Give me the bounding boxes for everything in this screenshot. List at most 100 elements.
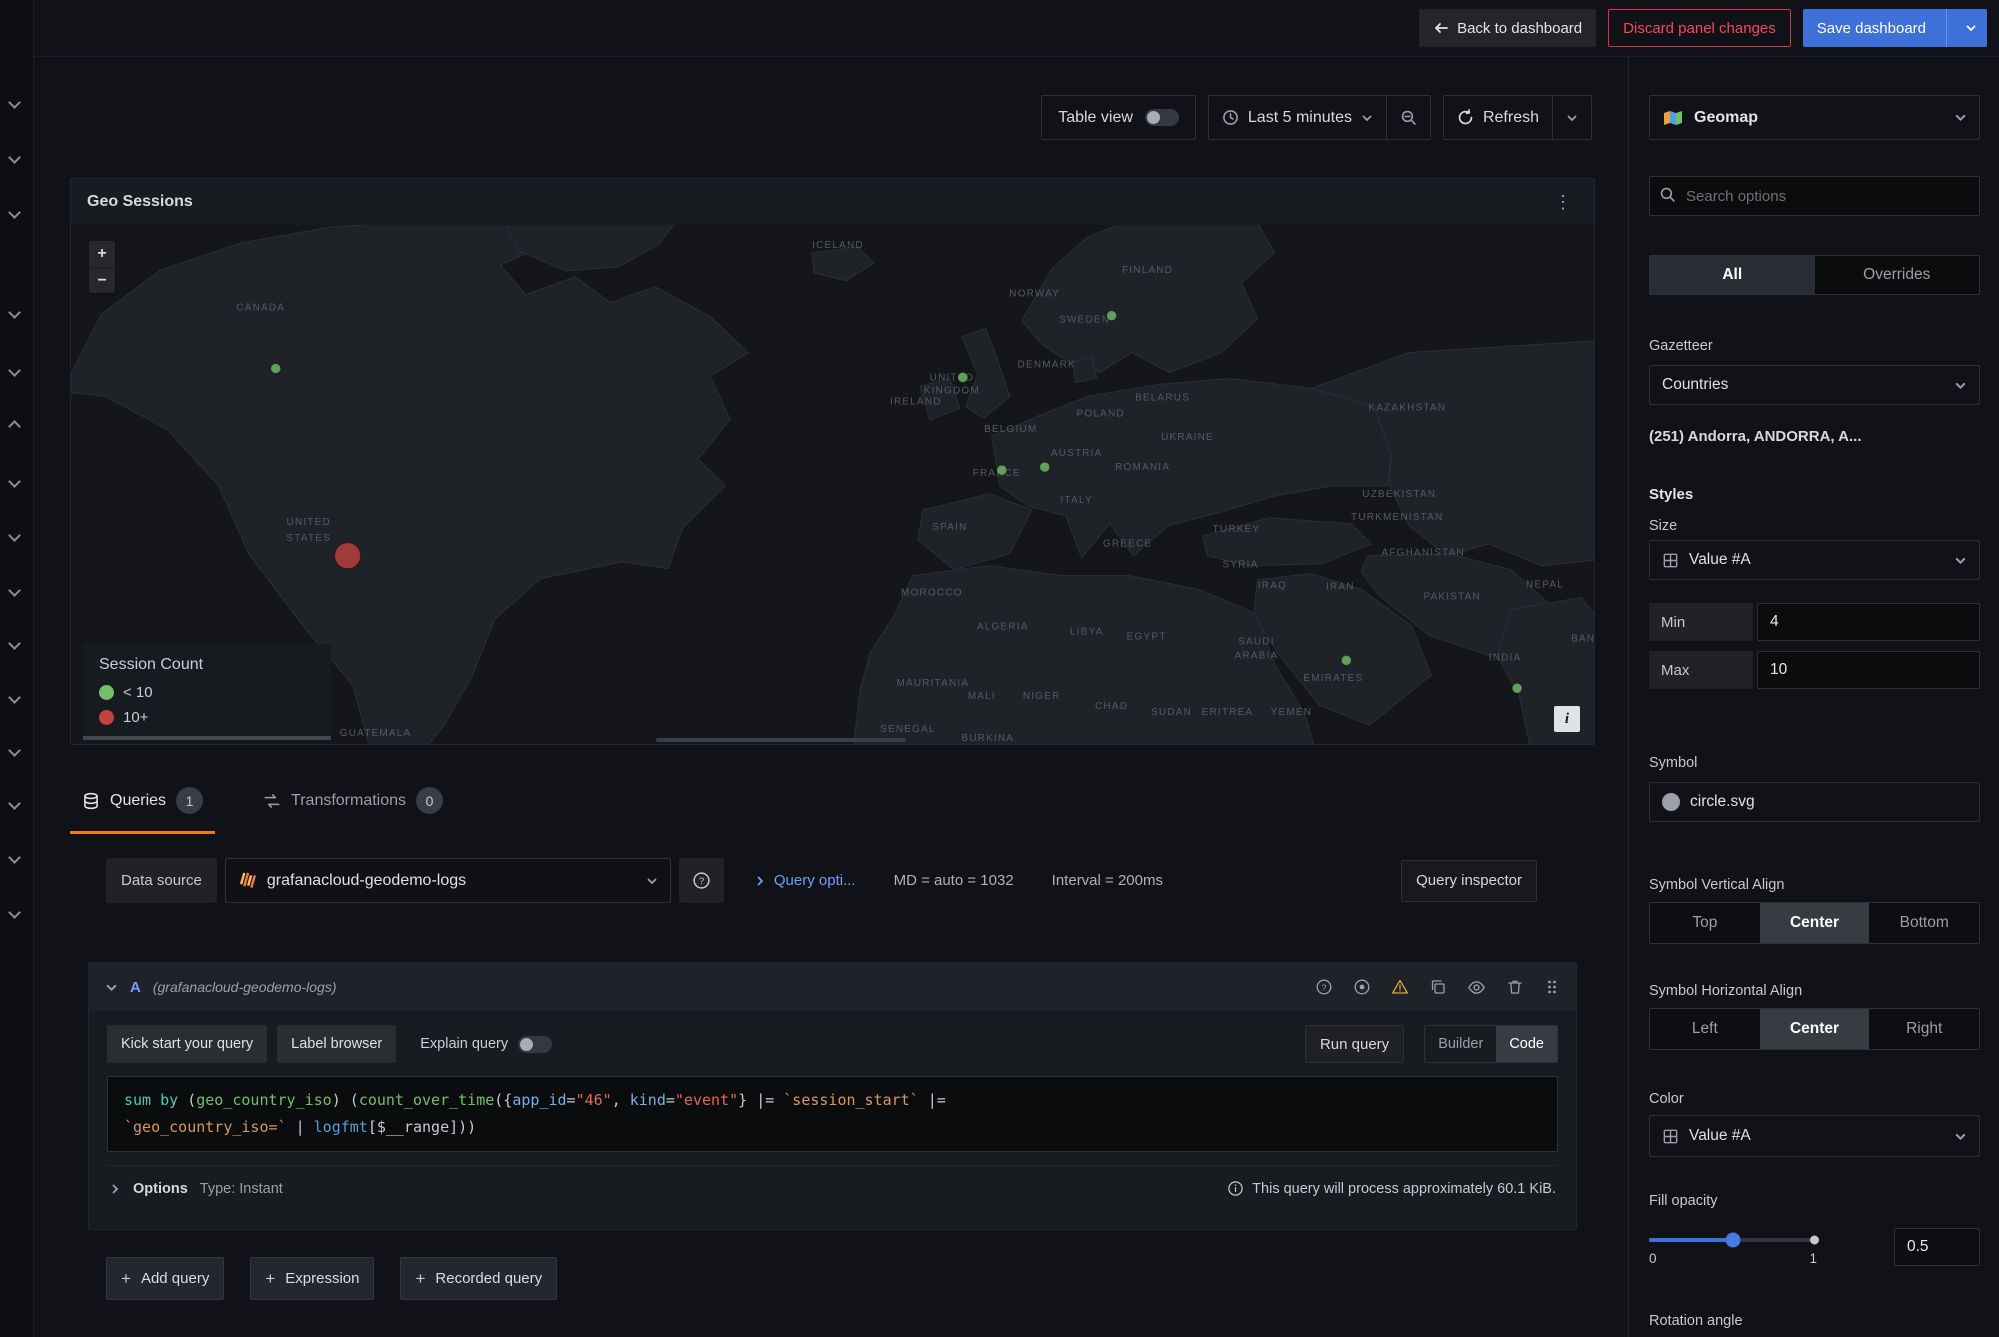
- fill-opacity-slider[interactable]: [1649, 1238, 1817, 1242]
- tab-transformations[interactable]: Transformations 0: [251, 771, 455, 834]
- sidebar-chevron-down-icon[interactable]: [8, 851, 21, 864]
- target-icon[interactable]: [1353, 978, 1371, 996]
- save-dashboard-button[interactable]: Save dashboard: [1803, 9, 1987, 47]
- help-circle-icon[interactable]: ?: [1315, 978, 1333, 996]
- explain-query-toggle[interactable]: [518, 1036, 552, 1053]
- symbol-horizontal-align-center[interactable]: Center: [1760, 1009, 1870, 1049]
- symbol-horizontal-align-right[interactable]: Right: [1869, 1009, 1979, 1049]
- zoom-in-button[interactable]: +: [89, 241, 115, 267]
- tab-queries[interactable]: Queries 1: [70, 771, 215, 834]
- zoom-out-button[interactable]: −: [89, 267, 115, 293]
- options-tab-overrides[interactable]: Overrides: [1815, 256, 1980, 294]
- discard-panel-changes-button[interactable]: Discard panel changes: [1608, 9, 1791, 47]
- sidebar-chevron-down-icon[interactable]: [8, 206, 21, 219]
- sidebar-chevron-down-icon[interactable]: [8, 364, 21, 377]
- map-attribution-info-icon[interactable]: i: [1554, 706, 1580, 732]
- time-range-zoom-out-button[interactable]: [1386, 96, 1430, 139]
- kick-start-query-button[interactable]: Kick start your query: [107, 1025, 267, 1063]
- panel-header[interactable]: Geo Sessions ⋮: [71, 179, 1594, 225]
- code-mode-button[interactable]: Code: [1496, 1026, 1557, 1062]
- builder-mode-button[interactable]: Builder: [1425, 1026, 1496, 1062]
- explain-query-control: Explain query: [420, 1036, 552, 1053]
- datasource-picker[interactable]: grafanacloud-geodemo-logs: [225, 858, 671, 903]
- size-label: Size: [1649, 518, 1980, 534]
- sidebar-chevron-down-icon[interactable]: [8, 637, 21, 650]
- sidebar-chevron-down-icon[interactable]: [8, 306, 21, 319]
- refresh-interval-button[interactable]: [1552, 96, 1591, 139]
- add-query-button[interactable]: + Add query: [106, 1257, 224, 1300]
- options-tab-all[interactable]: All: [1650, 256, 1815, 294]
- query-row-header[interactable]: A (grafanacloud-geodemo-logs) ?: [89, 963, 1576, 1011]
- chevron-down-icon: [1954, 554, 1967, 567]
- map-legend: Session Count < 1010+: [83, 644, 331, 740]
- eye-icon[interactable]: [1467, 978, 1486, 997]
- save-dashboard-menu-button[interactable]: [1955, 22, 1987, 34]
- warning-icon[interactable]: [1391, 978, 1409, 996]
- symbol-vertical-align-center[interactable]: Center: [1760, 903, 1870, 943]
- svg-text:ALGERIA: ALGERIA: [977, 621, 1029, 632]
- drag-handle-icon[interactable]: [1544, 978, 1560, 996]
- label-browser-button[interactable]: Label browser: [277, 1025, 396, 1063]
- chevron-down-icon[interactable]: [105, 981, 118, 994]
- symbol-vertical-align-top[interactable]: Top: [1650, 903, 1760, 943]
- time-range-picker[interactable]: Last 5 minutes: [1209, 96, 1386, 139]
- back-to-dashboard-button[interactable]: Back to dashboard: [1419, 9, 1596, 47]
- geomap-canvas[interactable]: CANADAUNITEDSTATESGUATEMALAICELANDNORWAY…: [71, 225, 1594, 744]
- geo-sessions-panel: Geo Sessions ⋮: [70, 178, 1595, 745]
- sidebar-chevron-down-icon[interactable]: [8, 797, 21, 810]
- symbol-select[interactable]: circle.svg: [1649, 782, 1980, 822]
- options-tab-group: All Overrides: [1649, 255, 1980, 295]
- table-view-toggle[interactable]: [1145, 109, 1179, 126]
- trash-icon[interactable]: [1506, 978, 1524, 996]
- color-field-select[interactable]: Value #A: [1649, 1115, 1980, 1157]
- visualization-picker[interactable]: Geomap: [1649, 95, 1980, 140]
- map-horizontal-scrollbar[interactable]: [656, 738, 906, 742]
- options-label[interactable]: Options: [133, 1181, 188, 1197]
- svg-text:ITALY: ITALY: [1061, 495, 1093, 506]
- copy-icon[interactable]: [1429, 978, 1447, 996]
- styles-heading: Styles: [1649, 486, 1980, 503]
- logql-code-editor[interactable]: sum by (geo_country_iso) (count_over_tim…: [107, 1076, 1558, 1152]
- legend-scrollbar[interactable]: [83, 736, 331, 740]
- symbol-horizontal-align-left[interactable]: Left: [1650, 1009, 1760, 1049]
- svg-text:SYRIA: SYRIA: [1222, 560, 1258, 571]
- query-options-collapse[interactable]: Query opti...: [754, 872, 856, 889]
- query-ref-id: A: [130, 979, 141, 996]
- sidebar-chevron-down-icon[interactable]: [8, 529, 21, 542]
- query-inspector-button[interactable]: Query inspector: [1401, 860, 1537, 902]
- sidebar-chevron-down-icon[interactable]: [8, 151, 21, 164]
- sidebar-chevron-up-icon[interactable]: [8, 420, 21, 433]
- fill-opacity-slider-handle[interactable]: [1726, 1233, 1741, 1248]
- slider-fill: [1649, 1238, 1733, 1242]
- svg-text:SWEDEN: SWEDEN: [1059, 315, 1110, 326]
- options-search-input[interactable]: [1649, 176, 1980, 216]
- legend-item[interactable]: < 10: [99, 684, 315, 701]
- legend-item[interactable]: 10+: [99, 709, 315, 726]
- sidebar-chevron-down-icon[interactable]: [8, 96, 21, 109]
- datasource-help-button[interactable]: ?: [679, 858, 724, 903]
- sidebar-chevron-down-icon[interactable]: [8, 475, 21, 488]
- gazetteer-select[interactable]: Countries: [1649, 365, 1980, 405]
- sidebar-chevron-down-icon[interactable]: [8, 584, 21, 597]
- add-recorded-query-button[interactable]: + Recorded query: [400, 1257, 557, 1300]
- svg-text:SAUDI: SAUDI: [1238, 636, 1274, 647]
- query-editor-body: Kick start your query Label browser Expl…: [89, 1011, 1576, 1229]
- max-input[interactable]: 10: [1757, 651, 1980, 689]
- size-field-select[interactable]: Value #A: [1649, 540, 1980, 580]
- database-icon: [82, 792, 100, 810]
- add-expression-button[interactable]: + Expression: [250, 1257, 374, 1300]
- svg-text:UNITED: UNITED: [287, 517, 331, 528]
- panel-menu-kebab-icon[interactable]: ⋮: [1548, 189, 1578, 215]
- fill-opacity-input[interactable]: 0.5: [1894, 1228, 1980, 1266]
- sidebar-chevron-down-icon[interactable]: [8, 691, 21, 704]
- map-zoom-controls: + −: [89, 241, 115, 293]
- symbol-vertical-align-bottom[interactable]: Bottom: [1869, 903, 1979, 943]
- query-row-actions: ?: [1315, 978, 1560, 997]
- sidebar-chevron-down-icon[interactable]: [8, 744, 21, 757]
- sidebar-chevron-down-icon[interactable]: [8, 906, 21, 919]
- min-input[interactable]: 4: [1757, 603, 1980, 641]
- chevron-right-icon[interactable]: [109, 1183, 121, 1195]
- refresh-button[interactable]: Refresh: [1444, 96, 1552, 139]
- refresh-label: Refresh: [1483, 109, 1539, 127]
- run-query-button[interactable]: Run query: [1305, 1025, 1404, 1063]
